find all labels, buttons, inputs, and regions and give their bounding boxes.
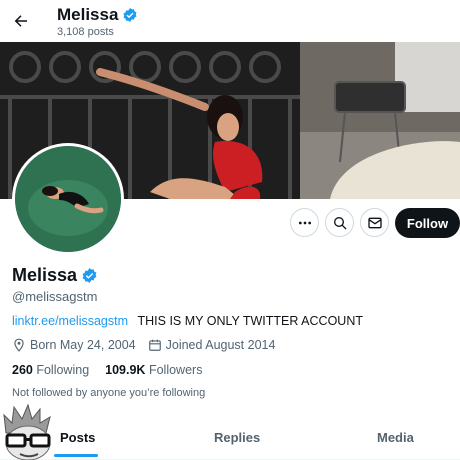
more-icon xyxy=(298,221,311,224)
followers-label: Followers xyxy=(148,363,203,377)
verified-badge-icon xyxy=(82,268,97,283)
avatar[interactable] xyxy=(12,143,124,255)
header-title: Melissa xyxy=(57,5,119,24)
bio-link[interactable]: linktr.ee/melissagstm xyxy=(12,314,128,328)
search-icon xyxy=(333,216,346,229)
active-tab-indicator xyxy=(54,454,98,457)
profile-name: Melissa xyxy=(12,265,78,285)
profile-handle: @melissagstm xyxy=(12,289,98,304)
profile-meta: Born May 24, 2004 Joined August 2014 xyxy=(12,338,287,352)
tab-replies[interactable]: Replies xyxy=(214,430,260,445)
followers-link[interactable]: 109.9K Followers xyxy=(105,363,202,377)
follow-stats: 260 Following 109.9K Followers xyxy=(12,363,202,377)
profile-name-row: Melissa xyxy=(12,265,98,286)
following-link[interactable]: 260 Following xyxy=(12,363,89,377)
following-count: 260 xyxy=(12,363,33,377)
back-button[interactable] xyxy=(10,10,32,32)
watermark-mascot-icon xyxy=(0,403,56,460)
join-date-text: Joined August 2014 xyxy=(165,338,276,352)
location-icon xyxy=(14,338,24,352)
more-button[interactable] xyxy=(290,208,319,237)
tab-posts[interactable]: Posts xyxy=(60,430,95,445)
profile-bio: linktr.ee/melissagstm THIS IS MY ONLY TW… xyxy=(12,314,363,328)
tab-media[interactable]: Media xyxy=(377,430,414,445)
search-button[interactable] xyxy=(325,208,354,237)
followers-count: 109.9K xyxy=(105,363,146,377)
top-bar: Melissa 3,108 posts xyxy=(0,0,460,42)
calendar-icon xyxy=(148,339,161,351)
join-date: Joined August 2014 xyxy=(148,338,276,352)
profile-tabs: Posts Replies Media xyxy=(0,418,460,460)
follow-button[interactable]: Follow xyxy=(395,208,460,238)
bio-text: THIS IS MY ONLY TWITTER ACCOUNT xyxy=(137,314,364,328)
mail-icon xyxy=(367,217,382,228)
header-title-row: Melissa xyxy=(57,5,138,25)
verified-badge-icon xyxy=(123,8,137,22)
posts-count: 3,108 posts xyxy=(57,26,114,38)
back-arrow-icon xyxy=(14,15,27,27)
not-followed-text: Not followed by anyone you’re following xyxy=(12,387,206,399)
following-label: Following xyxy=(36,363,90,377)
message-button[interactable] xyxy=(360,208,389,237)
birth-date: Born May 24, 2004 xyxy=(12,338,136,352)
birth-date-text: Born May 24, 2004 xyxy=(30,338,136,352)
